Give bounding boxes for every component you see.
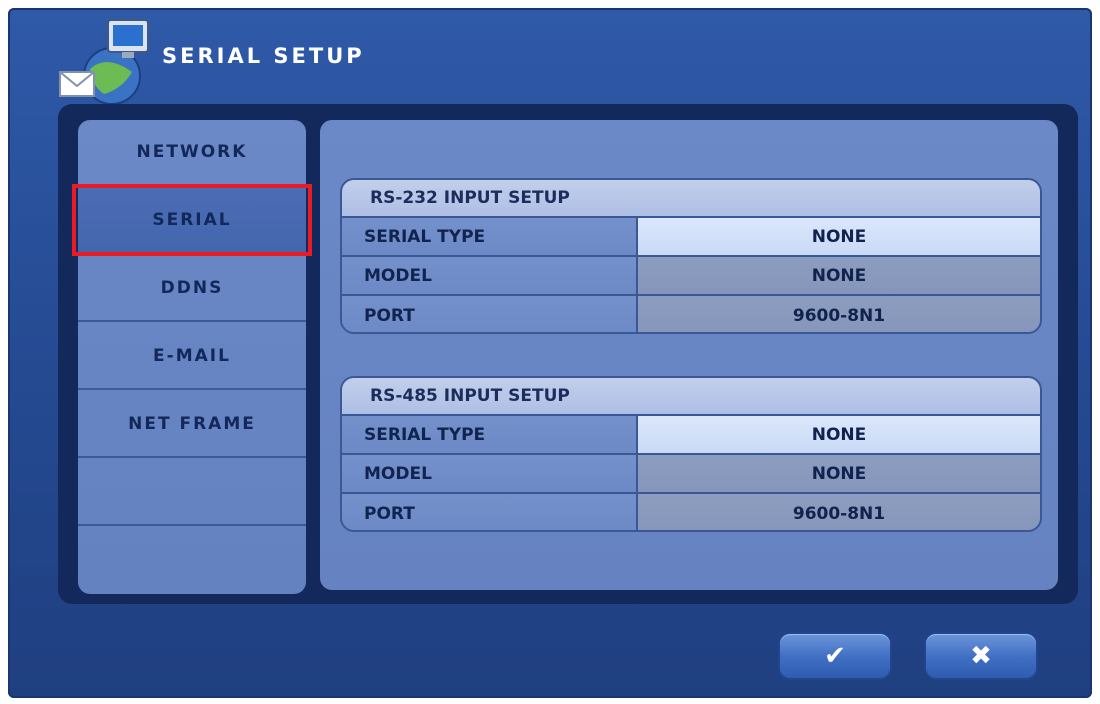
rs232-input-setup: RS-232 INPUT SETUP SERIAL TYPE NONE MODE… [340, 178, 1042, 334]
rs485-model-row: MODEL NONE [342, 455, 1040, 494]
model-label: MODEL [342, 455, 638, 492]
rs232-model-select[interactable]: NONE [638, 257, 1040, 294]
rs232-serial-type-row: SERIAL TYPE NONE [342, 218, 1040, 257]
sidebar-item-label: NETWORK [136, 142, 248, 162]
rs232-model-row: MODEL NONE [342, 257, 1040, 296]
rs232-header: RS-232 INPUT SETUP [342, 180, 1040, 218]
port-label: PORT [342, 296, 638, 332]
rs485-input-setup: RS-485 INPUT SETUP SERIAL TYPE NONE MODE… [340, 376, 1042, 532]
sidebar-item-ddns[interactable]: DDNS [78, 256, 306, 322]
cancel-button[interactable]: ✖ [926, 634, 1036, 678]
serial-type-label: SERIAL TYPE [342, 416, 638, 453]
sidebar-item-email[interactable]: E-MAIL [78, 324, 306, 390]
sidebar-item-label: E-MAIL [153, 346, 231, 366]
rs485-serial-type-select[interactable]: NONE [638, 416, 1040, 453]
sidebar-item-network[interactable]: NETWORK [78, 120, 306, 186]
sidebar-item-net-frame[interactable]: NET FRAME [78, 392, 306, 458]
model-label: MODEL [342, 257, 638, 294]
rs485-port-select[interactable]: 9600-8N1 [638, 494, 1040, 530]
window-title: SERIAL SETUP [162, 44, 365, 68]
rs232-port-select[interactable]: 9600-8N1 [638, 296, 1040, 332]
rs485-serial-type-row: SERIAL TYPE NONE [342, 416, 1040, 455]
sidebar-item-label: NET FRAME [128, 414, 256, 434]
rs485-header: RS-485 INPUT SETUP [342, 378, 1040, 416]
rs485-port-row: PORT 9600-8N1 [342, 494, 1040, 530]
sidebar-item-empty [78, 528, 306, 594]
close-icon: ✖ [970, 641, 992, 671]
rs485-model-select[interactable]: NONE [638, 455, 1040, 492]
selection-highlight [72, 184, 312, 256]
rs232-port-row: PORT 9600-8N1 [342, 296, 1040, 332]
checkmark-icon: ✔ [824, 641, 846, 671]
sidebar-item-empty [78, 460, 306, 526]
network-globe-icon [59, 19, 149, 105]
rs232-serial-type-select[interactable]: NONE [638, 218, 1040, 255]
port-label: PORT [342, 494, 638, 530]
ok-button[interactable]: ✔ [780, 634, 890, 678]
sidebar-item-label: DDNS [160, 278, 224, 298]
serial-type-label: SERIAL TYPE [342, 218, 638, 255]
